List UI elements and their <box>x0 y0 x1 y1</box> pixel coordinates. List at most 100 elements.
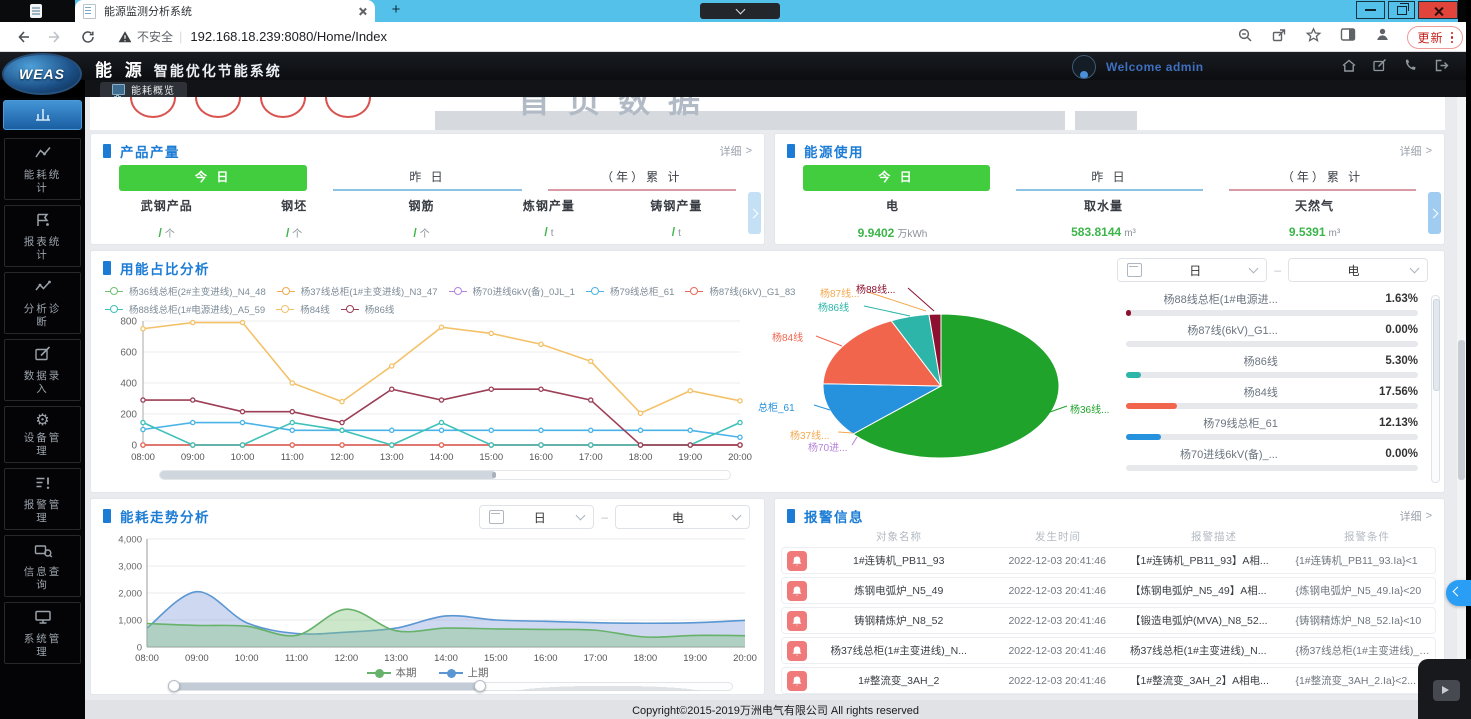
detail-link[interactable]: 详细> <box>1400 508 1432 524</box>
alarm-row[interactable]: 1#整流变_3AH_22022-12-03 20:41:46【1#整流变_3AH… <box>781 667 1436 694</box>
back-button[interactable] <box>14 29 31 45</box>
energy-type-select[interactable]: 电 <box>615 505 750 529</box>
tab-（年）累计[interactable]: （年）累 计 <box>548 165 736 191</box>
detail-link[interactable]: 详细> <box>1400 143 1432 159</box>
datazoom-fill[interactable] <box>172 683 480 690</box>
legend-swatch <box>439 672 463 674</box>
update-button[interactable]: 更新 <box>1407 26 1463 49</box>
legend-label: 杨70进线6kV(备)_0JL_1 <box>473 284 575 298</box>
detail-link[interactable]: 详细> <box>720 143 752 159</box>
new-tab-button[interactable]: + <box>388 2 404 18</box>
percent-row-杨88线总柜(1#电源进...[interactable]: 杨88线总柜(1#电源进...1.63% <box>1126 287 1418 316</box>
legend-item-杨37线总柜(1#主变进线)_N3_47[interactable]: 杨37线总柜(1#主变进线)_N3_47 <box>277 284 438 298</box>
sidebar-item-分析诊断[interactable]: 分析诊断 <box>4 272 81 334</box>
sidebar-item-设备管理[interactable]: ⚙设备管理 <box>4 406 81 463</box>
zoom-icon[interactable] <box>1237 27 1253 48</box>
sidebar-item-系统管理[interactable]: 系统管理 <box>4 602 81 664</box>
tab-energy-overview[interactable]: 能耗概览 <box>100 82 187 97</box>
sidebar-item-报表统计[interactable]: 报表统计 <box>4 205 81 267</box>
percent-row-杨70进线6kV(备)_...[interactable]: 杨70进线6kV(备)_...0.00% <box>1126 442 1418 471</box>
sidebar-item-label: 信息查询 <box>19 566 67 592</box>
window-restore-button[interactable] <box>1388 1 1415 19</box>
metric-value: 9.5391m³ <box>1209 225 1420 239</box>
datazoom-handle-right[interactable] <box>474 680 486 692</box>
carousel-next-button[interactable] <box>1428 192 1441 234</box>
page-scrollbar[interactable] <box>1457 97 1466 700</box>
collapse-panel-button[interactable] <box>1446 580 1471 606</box>
forward-button[interactable] <box>47 29 64 45</box>
date-type-select[interactable]: 日 <box>1117 258 1267 282</box>
menu-dots-icon[interactable] <box>1451 32 1454 44</box>
alarm-row[interactable]: 炼钢电弧炉_N5_492022-12-03 20:41:46【炼钢电弧炉_N5_… <box>781 577 1436 604</box>
energy-type-select[interactable]: 电 <box>1288 258 1428 282</box>
percent-row-杨79线总柜_61[interactable]: 杨79线总柜_6112.13% <box>1126 411 1418 440</box>
area-chart-datazoom[interactable] <box>171 682 733 691</box>
report-icon <box>5 211 80 234</box>
legend-item-本期[interactable]: 本期 <box>367 665 417 680</box>
titlebar-dropdown-button[interactable] <box>700 3 780 19</box>
datazoom-thumb[interactable] <box>160 471 496 479</box>
alarm-bell-icon <box>787 611 807 631</box>
sidebar-item-能耗统计[interactable]: 能耗统计 <box>4 138 81 200</box>
pip-overlay[interactable] <box>1418 659 1471 719</box>
percent-list-scrollbar[interactable] <box>1431 295 1440 483</box>
scrollbar-thumb[interactable] <box>1458 340 1465 480</box>
svg-text:14:00: 14:00 <box>430 452 454 463</box>
metric-武钢产品: 武钢产品/个 <box>103 197 230 240</box>
percent-fill <box>1126 403 1177 409</box>
carousel-next-button[interactable] <box>748 192 761 234</box>
reload-button[interactable] <box>80 29 96 45</box>
tab-昨日[interactable]: 昨 日 <box>333 165 521 191</box>
svg-text:1,000: 1,000 <box>118 616 142 627</box>
legend-item-上期[interactable]: 上期 <box>439 665 489 680</box>
window-minimize-button[interactable] <box>1356 1 1385 19</box>
browser-tab[interactable]: 能源监测分析系统 <box>75 0 375 22</box>
tab-close-icon[interactable] <box>358 7 367 16</box>
percent-row-杨86线[interactable]: 杨86线5.30% <box>1126 349 1418 378</box>
chevron-right-icon: > <box>1426 510 1432 522</box>
address-bar[interactable]: 不安全 | 192.168.18.239:8080/Home/Index <box>118 28 387 45</box>
alarm-cell: 2022-12-03 20:41:46 <box>984 615 1130 627</box>
pencil-icon <box>5 345 80 368</box>
avatar[interactable] <box>1072 55 1096 79</box>
svg-text:13:00: 13:00 <box>380 452 404 463</box>
chevron-right-icon: > <box>1426 145 1432 157</box>
legend-item-杨79线总柜_61[interactable]: 杨79线总柜_61 <box>586 284 674 298</box>
svg-text:11:00: 11:00 <box>281 452 304 463</box>
chevron-down-icon <box>576 511 586 521</box>
line-chart-datazoom[interactable] <box>159 470 731 480</box>
percent-row-杨84线[interactable]: 杨84线17.56% <box>1126 380 1418 409</box>
logout-icon[interactable] <box>1433 58 1449 78</box>
datazoom-handle-left[interactable] <box>168 680 180 692</box>
phone-icon[interactable] <box>1403 58 1418 78</box>
profile-icon[interactable] <box>1374 26 1391 48</box>
percent-row-杨87线(6kV)_G1...[interactable]: 杨87线(6kV)_G1...0.00% <box>1126 318 1418 347</box>
window-close-button[interactable] <box>1418 1 1458 19</box>
alarm-row[interactable]: 1#连铸机_PB11_932022-12-03 20:41:46【1#连铸机_P… <box>781 547 1436 574</box>
edit-icon[interactable] <box>1372 58 1388 78</box>
main-content: 首页数据 产品产量 详细> 今 日昨 日（年）累 计 武钢产品/个钢坯/个钢筋/… <box>85 97 1457 700</box>
tab-今日[interactable]: 今 日 <box>803 165 990 191</box>
sidebar-item-信息查询[interactable]: 信息查询 <box>4 535 81 597</box>
alarm-row[interactable]: 杨37线总柜(1#主变进线)_N...2022-12-03 20:41:46杨3… <box>781 637 1436 664</box>
date-type-select[interactable]: 日 <box>479 505 594 529</box>
share-icon[interactable] <box>1271 27 1287 48</box>
panel-title: 报警信息 <box>804 506 864 526</box>
tab-（年）累计[interactable]: （年）累 计 <box>1229 165 1416 191</box>
sidebar-item-overview[interactable] <box>3 100 82 130</box>
line-series[interactable] <box>143 423 740 445</box>
legend-item-杨70进线6kV(备)_0JL_1[interactable]: 杨70进线6kV(备)_0JL_1 <box>449 284 575 298</box>
home-icon[interactable] <box>1341 58 1357 78</box>
percent-value: 5.30% <box>1278 355 1418 367</box>
scrollbar-thumb[interactable] <box>1433 299 1440 391</box>
panel-title: 能源使用 <box>804 141 864 161</box>
sidebar-item-数据录入[interactable]: 数据录入 <box>4 339 81 401</box>
bookmark-star-icon[interactable] <box>1305 27 1322 48</box>
legend-item-杨36线总柜(2#主变进线)_N4_48[interactable]: 杨36线总柜(2#主变进线)_N4_48 <box>105 284 266 298</box>
tab-昨日[interactable]: 昨 日 <box>1016 165 1203 191</box>
tab-今日[interactable]: 今 日 <box>119 165 307 191</box>
sidebar-item-报警管理[interactable]: 报警管理 <box>4 468 81 530</box>
side-panel-icon[interactable] <box>1340 27 1356 47</box>
alarm-bell-icon <box>787 641 807 661</box>
alarm-row[interactable]: 铸钢精炼炉_N8_522022-12-03 20:41:46【锻造电弧炉(MVA… <box>781 607 1436 634</box>
